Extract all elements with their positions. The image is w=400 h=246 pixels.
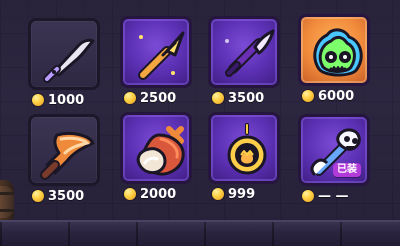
- price-tag: 2000: [124, 186, 176, 202]
- price-text: 3500: [48, 188, 85, 204]
- price-text: 999: [228, 186, 256, 202]
- price-tag: 999: [212, 186, 255, 202]
- price-tag: 1000: [32, 92, 84, 108]
- item-tile[interactable]: [298, 14, 370, 86]
- barrel-decoration: [0, 180, 14, 224]
- price-text: 3500: [228, 90, 265, 106]
- floor: [0, 220, 400, 246]
- price-tag: 3500: [212, 90, 264, 106]
- floor-tiles: [0, 222, 400, 246]
- green-flame-mask-icon: [313, 28, 363, 77]
- shop-item[interactable]: 2500: [120, 16, 192, 106]
- price-tag: 6000: [302, 88, 354, 104]
- golden-spear-icon: [138, 31, 185, 80]
- equipped-badge: 已装: [333, 163, 361, 177]
- price-tag: 3500: [32, 188, 84, 204]
- shop-item[interactable]: 3500: [28, 114, 100, 204]
- price-text: 1000: [48, 92, 85, 108]
- item-tile[interactable]: [208, 112, 280, 184]
- price-text: — —: [318, 188, 349, 204]
- shop-item[interactable]: 已装 — —: [298, 114, 370, 204]
- knife-icon: [43, 38, 95, 83]
- shop-scene: 1000 2500 3500 6000 3500 2000 999 已装 — —: [0, 0, 400, 246]
- item-tile[interactable]: 已装: [298, 114, 370, 186]
- coin-icon: [302, 90, 314, 102]
- shop-item[interactable]: 3500: [208, 16, 280, 106]
- shop-item[interactable]: 1000: [28, 18, 100, 108]
- purple-dagger-icon: [225, 29, 275, 77]
- coin-icon: [212, 92, 224, 104]
- item-tile[interactable]: [120, 16, 192, 88]
- flame-cleaver-icon: [40, 131, 95, 180]
- coin-icon: [32, 94, 44, 106]
- price-text: 2500: [140, 90, 177, 106]
- coin-icon: [124, 92, 136, 104]
- coin-icon: [124, 188, 136, 200]
- shop-grid: 1000 2500 3500 6000 3500 2000 999 已装 — —: [28, 10, 378, 220]
- price-tag: — —: [302, 188, 349, 204]
- item-tile[interactable]: [208, 16, 280, 88]
- shop-item[interactable]: 999: [208, 112, 280, 202]
- shop-item[interactable]: 2000: [120, 112, 192, 202]
- shop-item[interactable]: 6000: [298, 14, 370, 104]
- coin-icon: [32, 190, 44, 202]
- golden-amulet-icon: [227, 123, 267, 175]
- item-tile[interactable]: [28, 18, 100, 90]
- meat-club-icon: [136, 126, 185, 176]
- item-tile[interactable]: [120, 112, 192, 184]
- price-text: 6000: [318, 88, 355, 104]
- coin-icon: [302, 190, 314, 202]
- price-text: 2000: [140, 186, 177, 202]
- coin-icon: [212, 188, 224, 200]
- item-tile[interactable]: [28, 114, 100, 186]
- price-tag: 2500: [124, 90, 176, 106]
